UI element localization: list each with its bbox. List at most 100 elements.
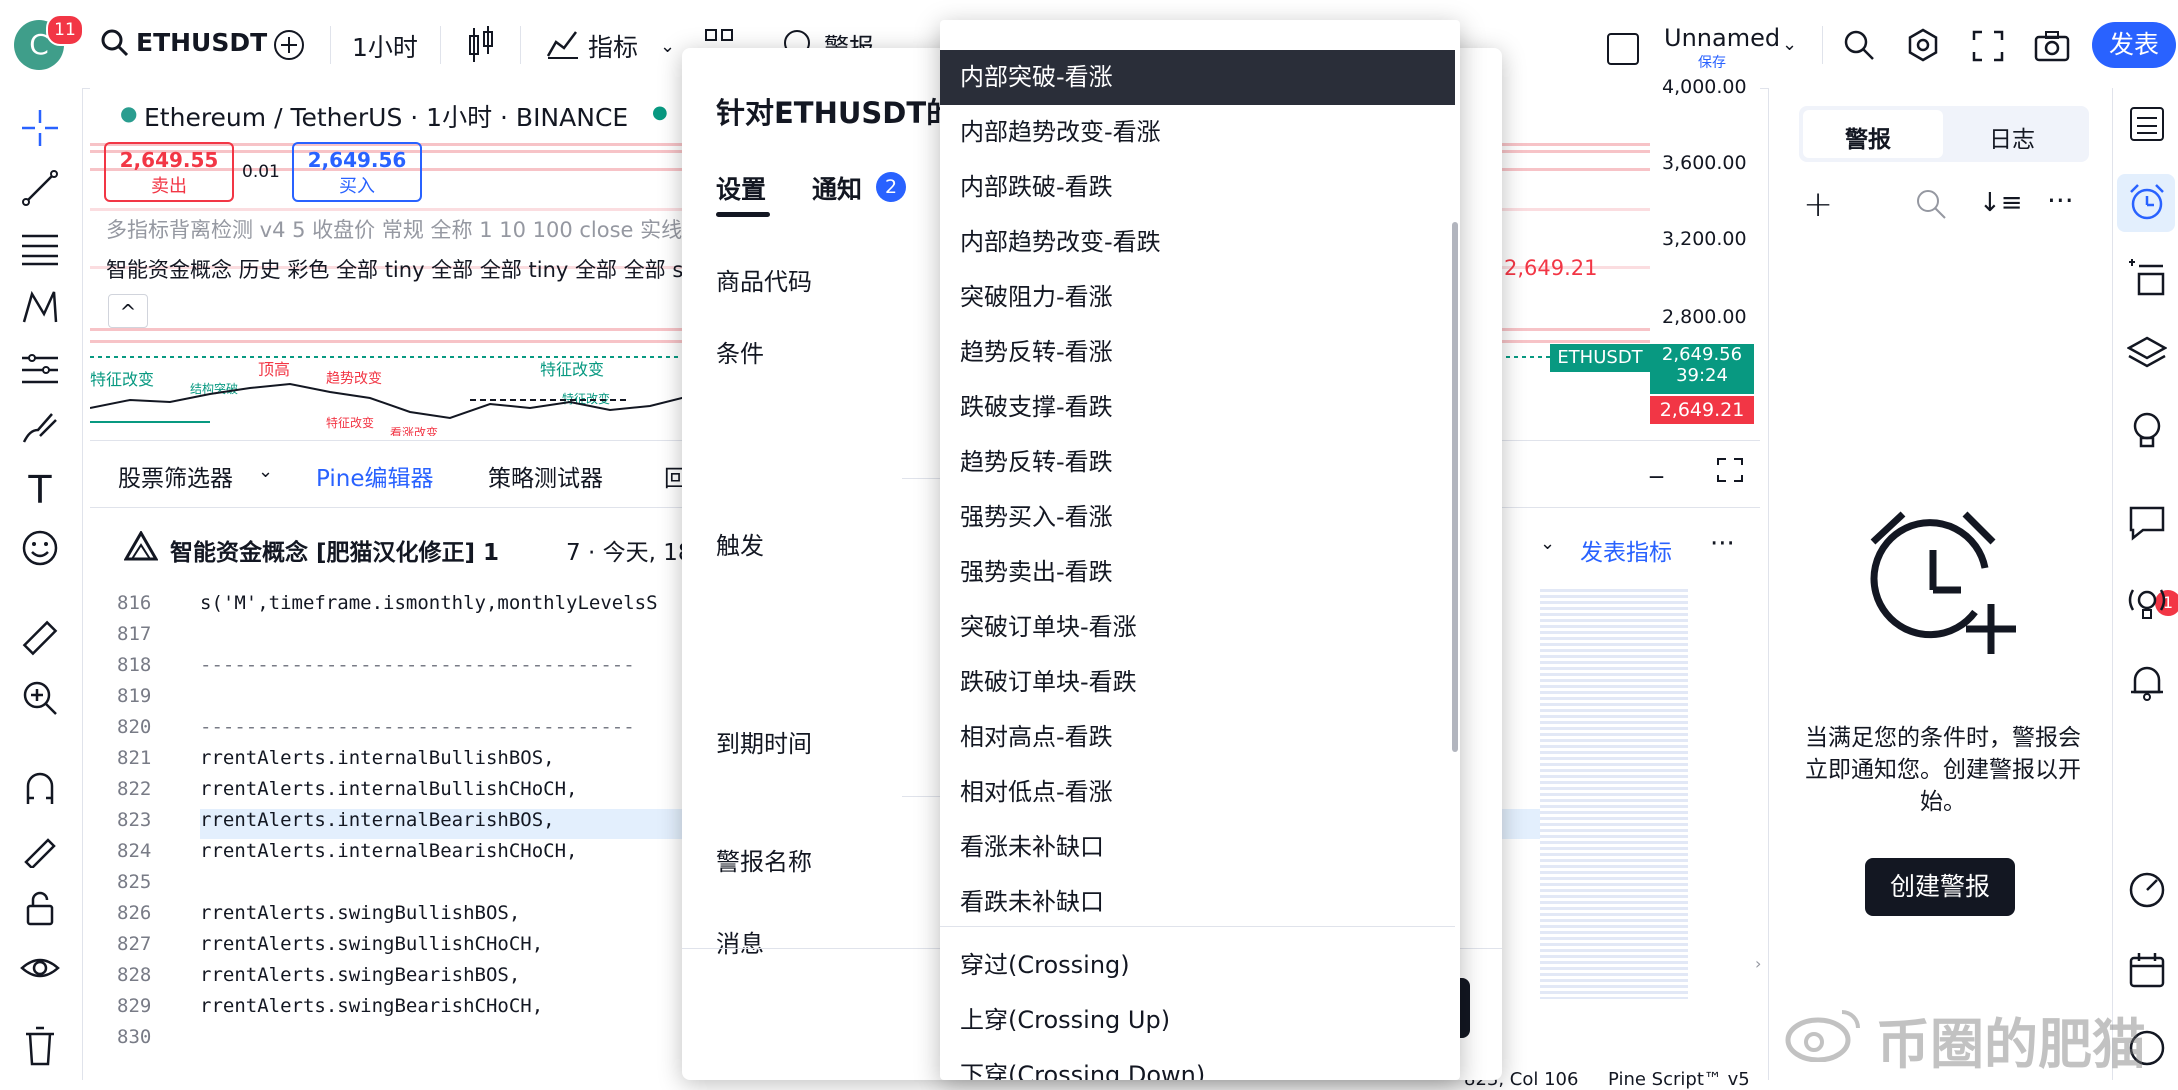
lock-drawing-icon[interactable] xyxy=(18,828,62,872)
code-line[interactable]: s('M',timeframe.ismonthly,monthlyLevelsS xyxy=(200,592,658,614)
condition-option[interactable]: 突破阻力-看涨 xyxy=(940,270,1455,325)
layout-checkbox-icon[interactable] xyxy=(1606,32,1640,70)
search-icon[interactable] xyxy=(1915,188,1947,224)
fib-icon[interactable] xyxy=(18,228,62,272)
condition-option[interactable]: 趋势反转-看涨 xyxy=(940,325,1455,380)
condition-option[interactable]: 内部趋势改变-看涨 xyxy=(940,105,1455,160)
notifications-icon[interactable] xyxy=(2127,662,2167,702)
code-line[interactable]: -------------------------------------- xyxy=(200,654,635,676)
chevron-down-icon[interactable]: ⌄ xyxy=(1540,533,1555,554)
condition-option[interactable]: 突破订单块-看涨 xyxy=(940,600,1455,655)
script-title[interactable]: 智能资金概念 [肥猫汉化修正] 1 xyxy=(170,533,499,567)
brush-icon[interactable] xyxy=(18,408,62,452)
scrollbar[interactable] xyxy=(1452,222,1458,752)
camera-icon[interactable] xyxy=(2034,30,2070,66)
crossing-option[interactable]: 下穿(Crossing Down) xyxy=(940,1048,1455,1080)
tab-log[interactable]: 日志 xyxy=(1989,120,2035,154)
gauge-icon[interactable] xyxy=(2127,870,2167,910)
tab-notifications[interactable]: 通知 xyxy=(812,170,862,206)
condition-option[interactable]: 相对低点-看涨 xyxy=(940,765,1455,820)
quick-search-icon[interactable] xyxy=(1842,28,1876,66)
forecast-icon[interactable] xyxy=(18,348,62,392)
buy-button[interactable]: 2,649.56 买入 xyxy=(292,142,422,202)
condition-option[interactable]: 看跌未补缺口 xyxy=(940,875,1455,930)
condition-option[interactable]: 趋势反转-看跌 xyxy=(940,435,1455,490)
collapse-panel-icon[interactable]: › xyxy=(1755,954,1761,973)
condition-option[interactable]: 内部突破-看涨 xyxy=(940,50,1455,105)
collapse-legend-button[interactable]: ^ xyxy=(108,294,148,328)
tab-pine-editor[interactable]: Pine编辑器 xyxy=(316,459,433,493)
indicator-legend-2[interactable]: 智能资金概念 历史 彩色 全部 tiny 全部 全部 tiny 全部 全部 sm… xyxy=(106,254,762,284)
fullscreen-icon[interactable] xyxy=(1972,30,2004,66)
code-line[interactable]: rrentAlerts.internalBearishBOS, xyxy=(200,809,555,831)
crossing-option[interactable]: 上穿(Crossing Up) xyxy=(940,993,1455,1048)
lock-icon[interactable] xyxy=(18,888,62,932)
create-alert-button[interactable]: 创建警报 xyxy=(1865,858,2015,916)
code-line[interactable]: rrentAlerts.swingBearishCHoCH, xyxy=(200,995,543,1017)
pattern-icon[interactable] xyxy=(18,288,62,332)
tab-screener[interactable]: 股票筛选器 xyxy=(118,459,233,493)
zoom-icon[interactable] xyxy=(18,678,62,722)
condition-option[interactable]: 内部跌破-看跌 xyxy=(940,160,1455,215)
condition-option[interactable]: 强势买入-看涨 xyxy=(940,490,1455,545)
code-line[interactable]: -------------------------------------- xyxy=(200,716,635,738)
tab-settings[interactable]: 设置 xyxy=(716,170,766,206)
object-tree-icon[interactable] xyxy=(2127,258,2167,298)
crossing-option[interactable]: 穿过(Crossing) xyxy=(940,938,1455,993)
more-icon[interactable]: ··· xyxy=(1710,529,1735,559)
ruler-icon[interactable] xyxy=(18,618,62,662)
candles-icon[interactable] xyxy=(466,26,496,68)
condition-option[interactable]: 强势卖出-看跌 xyxy=(940,545,1455,600)
layers-icon[interactable] xyxy=(2126,334,2168,374)
add-alert-icon[interactable]: + xyxy=(1803,184,1833,225)
code-minimap[interactable] xyxy=(1540,589,1688,999)
publish-indicator-button[interactable]: 发表指标 xyxy=(1580,533,1672,567)
interval-button[interactable]: 1小时 xyxy=(352,28,418,64)
publish-button[interactable]: 发表 xyxy=(2092,22,2176,68)
chat-icon[interactable] xyxy=(2127,502,2167,542)
crosshair-icon[interactable] xyxy=(18,108,62,152)
trash-icon[interactable] xyxy=(18,1026,62,1070)
condition-dropdown[interactable]: 内部突破-看涨 内部趋势改变-看涨 内部跌破-看跌 内部趋势改变-看跌 突破阻力-看涨趋… xyxy=(940,20,1460,1080)
emoji-icon[interactable] xyxy=(18,528,62,572)
ideas-icon[interactable] xyxy=(2127,410,2167,450)
code-line[interactable]: rrentAlerts.internalBullishBOS, xyxy=(200,747,555,769)
add-symbol-icon[interactable] xyxy=(272,28,306,66)
condition-option[interactable]: 相对高点-看跌 xyxy=(940,710,1455,765)
symbol-search[interactable]: ETHUSDT xyxy=(136,28,267,57)
condition-option[interactable]: 看涨未补缺口 xyxy=(940,820,1455,875)
sell-button[interactable]: 2,649.55 卖出 xyxy=(104,142,234,202)
condition-option[interactable]: 跌破支撑-看跌 xyxy=(940,380,1455,435)
watchlist-icon[interactable] xyxy=(2127,106,2167,146)
chevron-down-icon[interactable]: ⌄ xyxy=(660,36,675,57)
text-icon[interactable]: T xyxy=(18,468,62,512)
code-line[interactable]: rrentAlerts.swingBearishBOS, xyxy=(200,964,520,986)
chevron-down-icon[interactable]: ⌄ xyxy=(258,461,273,482)
code-line[interactable]: rrentAlerts.internalBearishCHoCH, xyxy=(200,840,578,862)
calendar-icon[interactable] xyxy=(2127,950,2167,990)
search-icon[interactable] xyxy=(100,28,130,62)
indicators-button[interactable]: 指标 xyxy=(588,28,638,64)
condition-option[interactable]: 跌破订单块-看跌 xyxy=(940,655,1455,710)
broadcast-icon[interactable] xyxy=(2127,582,2167,622)
eye-icon[interactable] xyxy=(18,948,62,992)
sort-icon[interactable]: ↓≡ xyxy=(1979,188,2023,218)
chevron-down-icon[interactable]: ⌄ xyxy=(1782,34,1797,55)
indicators-icon[interactable] xyxy=(546,28,580,64)
tab-strategy-tester[interactable]: 策略测试器 xyxy=(488,459,603,493)
minimize-icon[interactable]: _ xyxy=(1650,449,1663,479)
code-line[interactable]: rrentAlerts.swingBullishCHoCH, xyxy=(200,933,543,955)
tab-alerts[interactable]: 警报 xyxy=(1845,120,1891,154)
layout-name[interactable]: Unnamed xyxy=(1664,24,1780,52)
chart-symbol-title[interactable]: Ethereum / TetherUS · 1小时 · BINANCE xyxy=(144,98,628,134)
condition-option[interactable]: 内部趋势改变-看跌 xyxy=(940,215,1455,270)
magnet-icon[interactable] xyxy=(18,768,62,812)
more-icon[interactable]: ··· xyxy=(2047,184,2074,217)
indicator-legend-1[interactable]: 多指标背离检测 v4 5 收盘价 常规 全称 1 10 100 close 实线 xyxy=(106,214,682,244)
trend-line-icon[interactable] xyxy=(18,168,62,212)
alert-clock-icon[interactable] xyxy=(2127,182,2167,222)
maximize-icon[interactable] xyxy=(1716,457,1744,487)
code-line[interactable]: rrentAlerts.swingBullishBOS, xyxy=(200,902,520,924)
code-line[interactable]: rrentAlerts.internalBullishCHoCH, xyxy=(200,778,578,800)
settings-icon[interactable] xyxy=(1906,28,1940,66)
